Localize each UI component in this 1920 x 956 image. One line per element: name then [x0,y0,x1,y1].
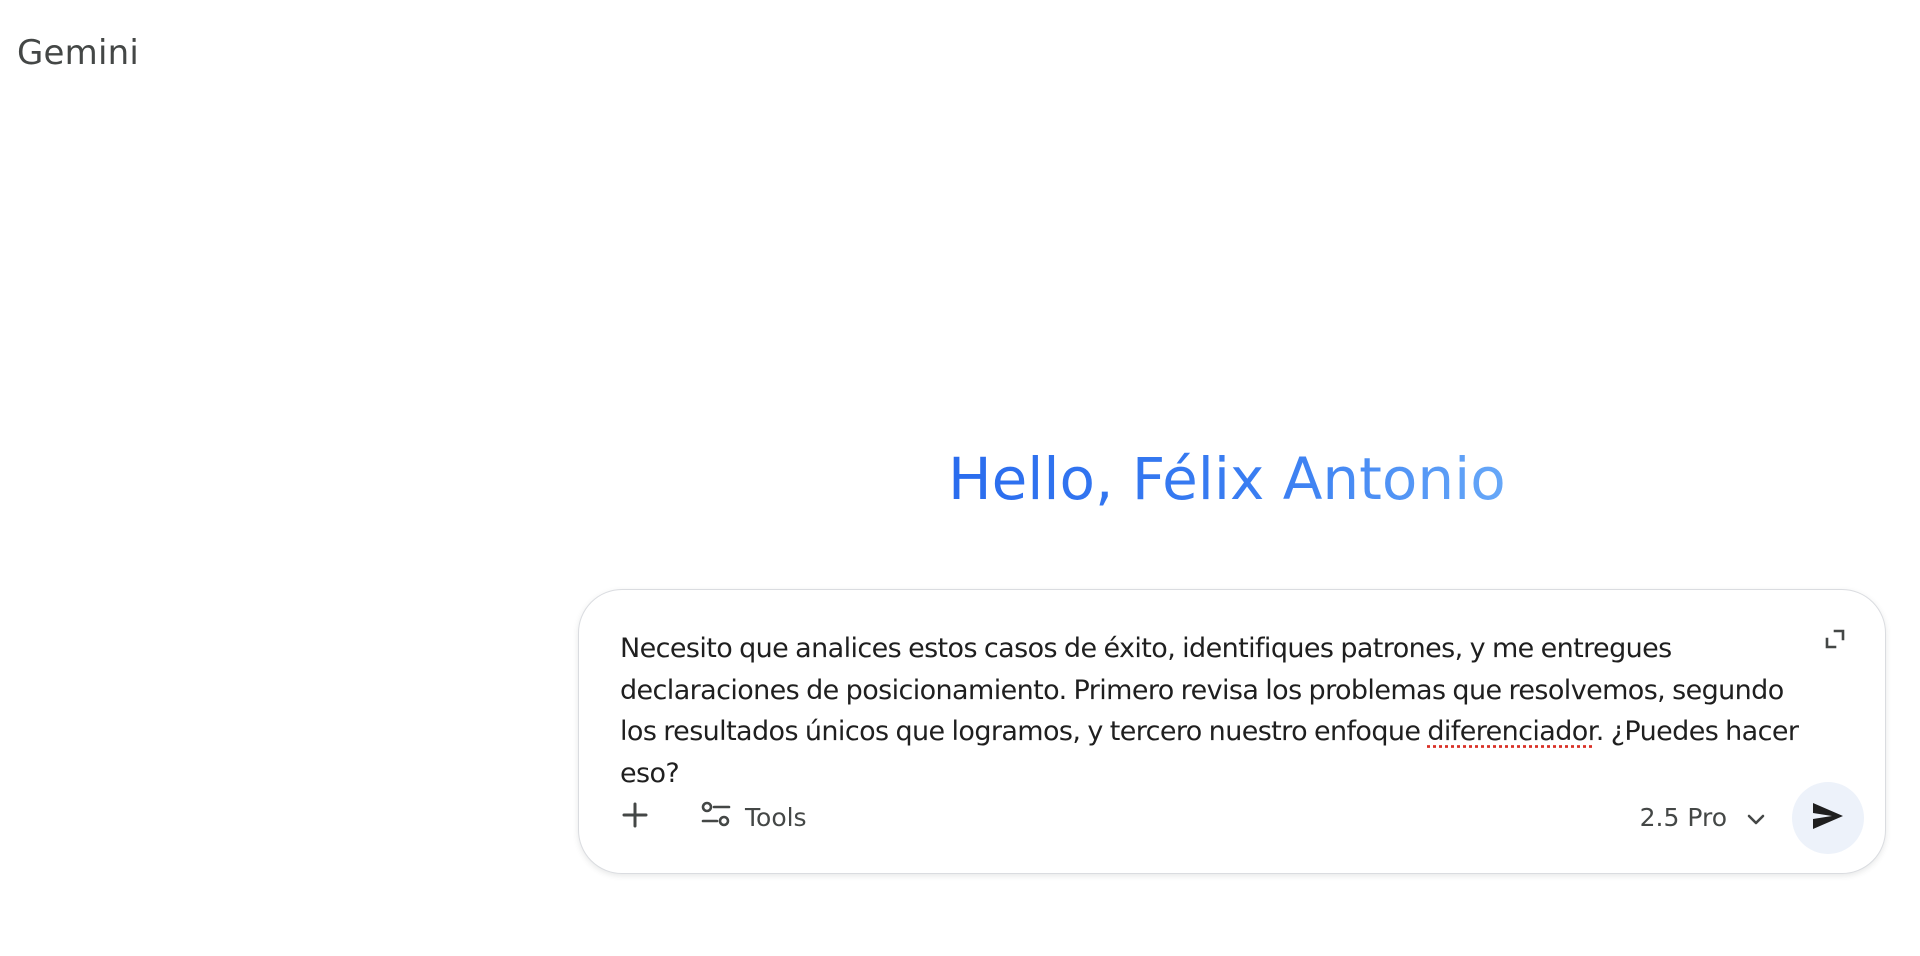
tools-label: Tools [745,802,807,832]
spellcheck-flagged-word[interactable]: diferenciador [1427,716,1596,747]
tools-sliders-icon [701,800,731,834]
model-selector[interactable]: 2.5 Pro [1640,795,1765,839]
tools-button[interactable]: Tools [701,795,807,839]
plus-icon [621,801,649,834]
send-button[interactable] [1792,782,1864,854]
model-label: 2.5 Pro [1639,802,1727,832]
expand-corners-icon [1824,628,1846,655]
prompt-composer: Necesito que analices estos casos de éxi… [578,589,1886,874]
send-arrow-icon [1811,801,1845,836]
greeting-heading: Hello, Félix Antonio [948,445,1506,513]
prompt-input[interactable]: Necesito que analices estos casos de éxi… [620,628,1810,794]
app-title[interactable]: Gemini [17,33,139,73]
chevron-down-icon [1747,803,1765,832]
expand-input-button[interactable] [1820,626,1850,656]
add-attachment-button[interactable] [615,797,655,837]
